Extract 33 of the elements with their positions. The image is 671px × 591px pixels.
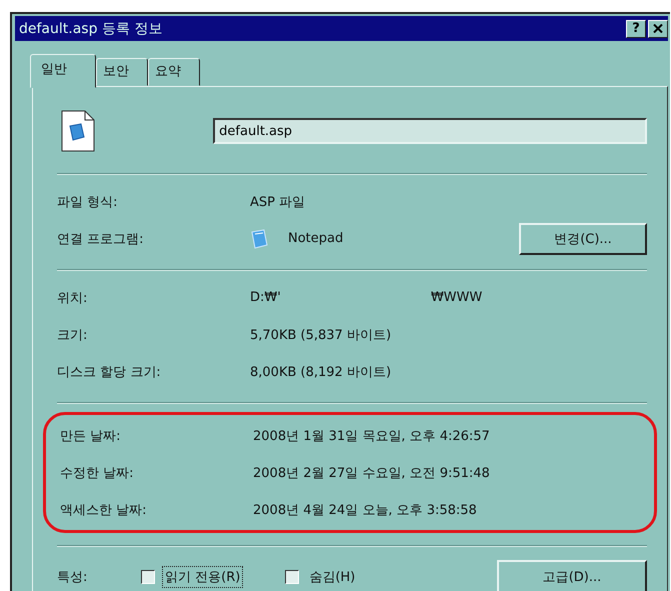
path-text: ₩WWW	[430, 290, 482, 305]
path-text: D:₩'	[250, 290, 281, 305]
property-label: 특성:	[57, 569, 88, 586]
property-label: 크기:	[57, 326, 88, 344]
property-value: 5,70KB (5,837 바이트)	[250, 326, 392, 344]
date-value: 2008년 1월 31일 목요일, 오후 4:26:57	[253, 428, 490, 444]
date-value: 2008년 2월 27일 수요일, 오전 9:51:48	[253, 464, 490, 482]
tab[interactable]: 보안	[96, 58, 148, 86]
property-label: 연결 프로그램:	[57, 230, 145, 248]
property-label: 액세스한 날짜:	[60, 502, 148, 518]
property-value: ASP 파일	[250, 194, 306, 210]
change-button[interactable]: 변경(C)...	[519, 222, 647, 254]
file-name-field[interactable]: default.asp	[213, 118, 647, 144]
property-value: 8,00KB (8,192 바이트)	[250, 364, 392, 380]
property-label: 수정한 날짜:	[60, 464, 135, 482]
property-label: 디스크 할당 크기:	[57, 364, 162, 380]
checkbox[interactable]	[285, 570, 300, 584]
checkbox-label[interactable]: 숨김(H)	[306, 566, 358, 588]
tab[interactable]: 일반	[30, 54, 96, 88]
property-label: 파일 형식:	[57, 194, 119, 210]
tab[interactable]: 요약	[148, 58, 200, 86]
property-label: 만든 날짜:	[60, 428, 122, 444]
property-value: Notepad	[288, 231, 344, 246]
close-icon	[653, 24, 663, 33]
window-title: default.asp 등록 정보	[19, 20, 162, 38]
checkbox[interactable]	[141, 570, 155, 584]
checkbox-label[interactable]: 읽기 전용(R)	[162, 566, 244, 588]
close-button[interactable]	[648, 20, 668, 38]
property-label: 위치:	[57, 290, 88, 306]
advanced-button[interactable]: 고급(D)...	[497, 560, 647, 591]
help-button[interactable]: ?	[626, 20, 646, 38]
date-value: 2008년 4월 24일 오늘, 오후 3:58:58	[253, 502, 477, 518]
document-icon	[61, 110, 95, 152]
